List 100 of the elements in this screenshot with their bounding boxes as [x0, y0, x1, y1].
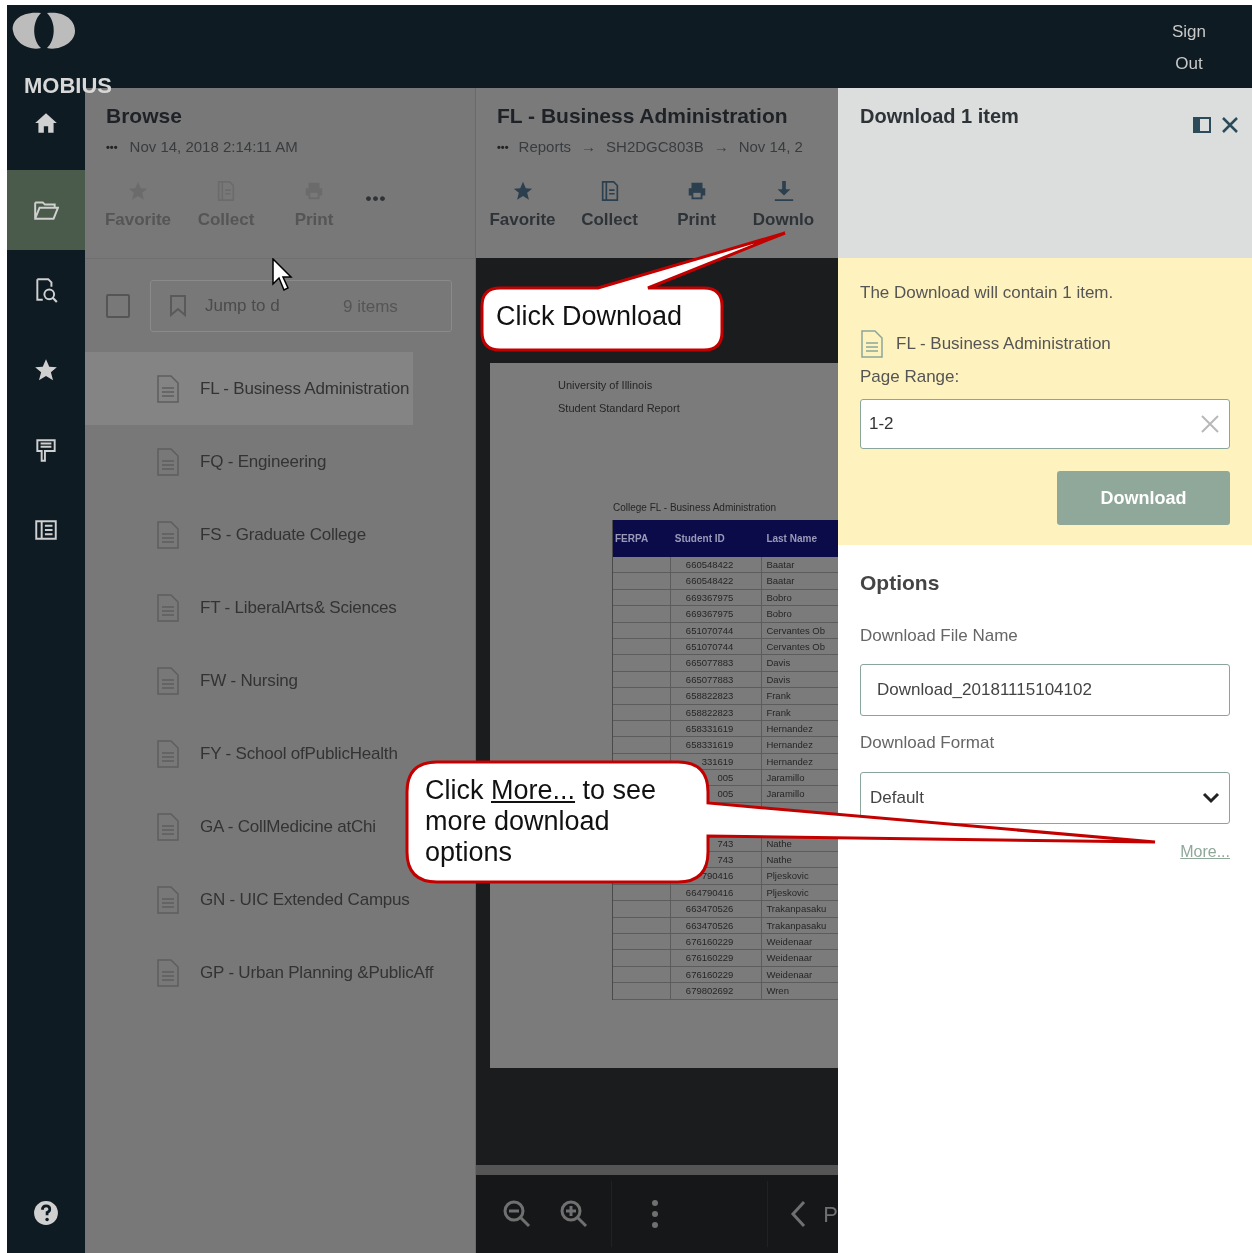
table-cell-text: 005: [717, 787, 734, 802]
select-all-checkbox[interactable]: [106, 293, 130, 318]
breadcrumb-text: →: [713, 136, 729, 157]
list-item[interactable]: FL - Business Administration: [85, 352, 414, 425]
toolbar-button[interactable]: Collect: [566, 180, 653, 233]
field-label: Download File Name: [860, 624, 1019, 647]
table-cell: Frank: [766, 690, 791, 702]
toolbar-button[interactable]: Favorite: [479, 180, 566, 233]
table-cell-text: 660548422: [685, 574, 734, 589]
callout-text: Click Download: [496, 300, 683, 332]
table-cell: Baatar: [766, 575, 795, 587]
table-cell: Trakanpasaku: [766, 919, 827, 931]
breadcrumb-text: Reports: [518, 136, 572, 157]
file-name-field[interactable]: Download_20181115104102: [860, 664, 1230, 716]
table-cell-text: 676160229: [685, 951, 734, 966]
report-heading: Student Standard Report: [558, 400, 680, 416]
table-cell: Hernandez: [766, 722, 813, 734]
page-range-field[interactable]: 1-2: [860, 399, 1230, 449]
table-cell-text: 660548422: [685, 558, 734, 572]
table-cell-text: 005: [717, 771, 734, 786]
table-cell-text: 663470526: [685, 918, 734, 933]
table-cell: Cervantes Ob: [766, 624, 826, 636]
document-icon: [156, 812, 180, 841]
table-cell-text: 658331619: [685, 721, 734, 736]
callout-text: Click More... to see more download options: [425, 775, 658, 868]
document-icon: [156, 739, 180, 768]
document-icon: [156, 447, 180, 476]
bookmark-icon: [169, 294, 187, 317]
breadcrumb-text: Nov 14, 2: [738, 136, 803, 157]
field-label: Download Format: [860, 732, 996, 754]
table-cell-text: 658822823: [685, 705, 734, 720]
more-options-button[interactable]: [649, 1198, 661, 1230]
document-icon: [860, 329, 884, 358]
table-cell-text: 665077883: [685, 672, 734, 687]
table-cell-text: 790416: [701, 869, 734, 884]
table-cell-text: 664790416: [685, 885, 734, 900]
table-cell: Weidenaar: [766, 952, 813, 964]
table-cell: Nathe: [766, 854, 792, 866]
previous-page-button[interactable]: [789, 1198, 808, 1230]
table-cell-text: 669367975: [685, 607, 734, 622]
table-cell: Cervantes Ob: [766, 640, 826, 652]
field-label: Page Range:: [860, 365, 961, 388]
report-caption: College FL - Business Administration: [613, 501, 777, 515]
table-cell-text: 679802692: [685, 984, 734, 999]
page-label: P: [823, 1200, 838, 1229]
table-cell: Trakanpasaku: [766, 903, 827, 915]
breadcrumb-text: Nov 14, 2018 2:14:11 AM: [129, 136, 298, 157]
item-name: FL - Business Administration: [896, 332, 1111, 355]
table-cell-text: 676160229: [685, 935, 734, 949]
more-button[interactable]: •••: [358, 186, 394, 212]
table-cell: Weidenaar: [766, 968, 813, 980]
column-header: FERPA: [614, 532, 650, 546]
document-icon: [156, 374, 180, 403]
panel-title: Download 1 item: [860, 104, 1019, 129]
breadcrumb-text: SH2DGC803B: [606, 136, 704, 157]
scrollbar[interactable]: [476, 1165, 838, 1175]
table-cell-text: 658822823: [685, 689, 734, 704]
document-icon: [156, 520, 180, 549]
table-cell-text: 676160229: [685, 967, 734, 982]
cursor-icon: [272, 258, 294, 292]
table-cell: Hernandez: [766, 739, 813, 751]
logo-text: MOBIUS: [24, 75, 112, 97]
download-button[interactable]: Download: [1057, 471, 1230, 525]
table-cell: Frank: [766, 706, 791, 718]
table-cell: Davis: [766, 657, 791, 669]
table-cell: Nathe: [766, 837, 792, 849]
table-cell-text: 743: [717, 853, 734, 868]
toolbar-button[interactable]: Downlo: [740, 180, 827, 233]
more-link[interactable]: More...: [1180, 839, 1230, 864]
summary-text: The Download will contain 1 item.: [860, 282, 1115, 304]
section-title: Options: [860, 570, 941, 596]
close-icon[interactable]: [1220, 115, 1240, 135]
document-icon: [156, 593, 180, 622]
toolbar-button[interactable]: Print: [653, 180, 740, 233]
zoom-out-button[interactable]: [502, 1198, 532, 1230]
table-cell-text: 663470526: [685, 902, 734, 917]
table-cell: Wren: [766, 985, 789, 997]
document-icon: [156, 885, 180, 914]
dock-panel-icon[interactable]: [1192, 115, 1212, 135]
breadcrumb-text: →: [581, 136, 597, 157]
report-heading: University of Illinois: [558, 378, 654, 393]
document-icon: [156, 666, 180, 695]
table-cell-text: 331619: [701, 754, 734, 769]
panel-title: Browse: [106, 103, 183, 129]
sign-out-link[interactable]: Sign Out: [1161, 16, 1217, 80]
star-icon: [33, 357, 59, 383]
table-cell-text: 669367975: [685, 590, 734, 605]
document-search-icon: [33, 277, 59, 303]
breadcrumb-text: •••: [497, 139, 509, 155]
document-title: FL - Business Administration: [497, 103, 789, 129]
table-cell-text: 651070744: [685, 623, 734, 638]
table-cell: Jaramillo: [766, 772, 805, 784]
zoom-in-button[interactable]: [559, 1198, 589, 1230]
signpost-icon: [33, 437, 59, 463]
breadcrumb-text: •••: [106, 139, 118, 155]
help-icon: [33, 1200, 59, 1226]
table-cell: Pljeskovic: [766, 886, 809, 898]
table-cell: Hernandez: [766, 755, 813, 767]
table-cell: Pljeskovic: [766, 870, 809, 882]
column-header: Student ID: [673, 532, 726, 546]
